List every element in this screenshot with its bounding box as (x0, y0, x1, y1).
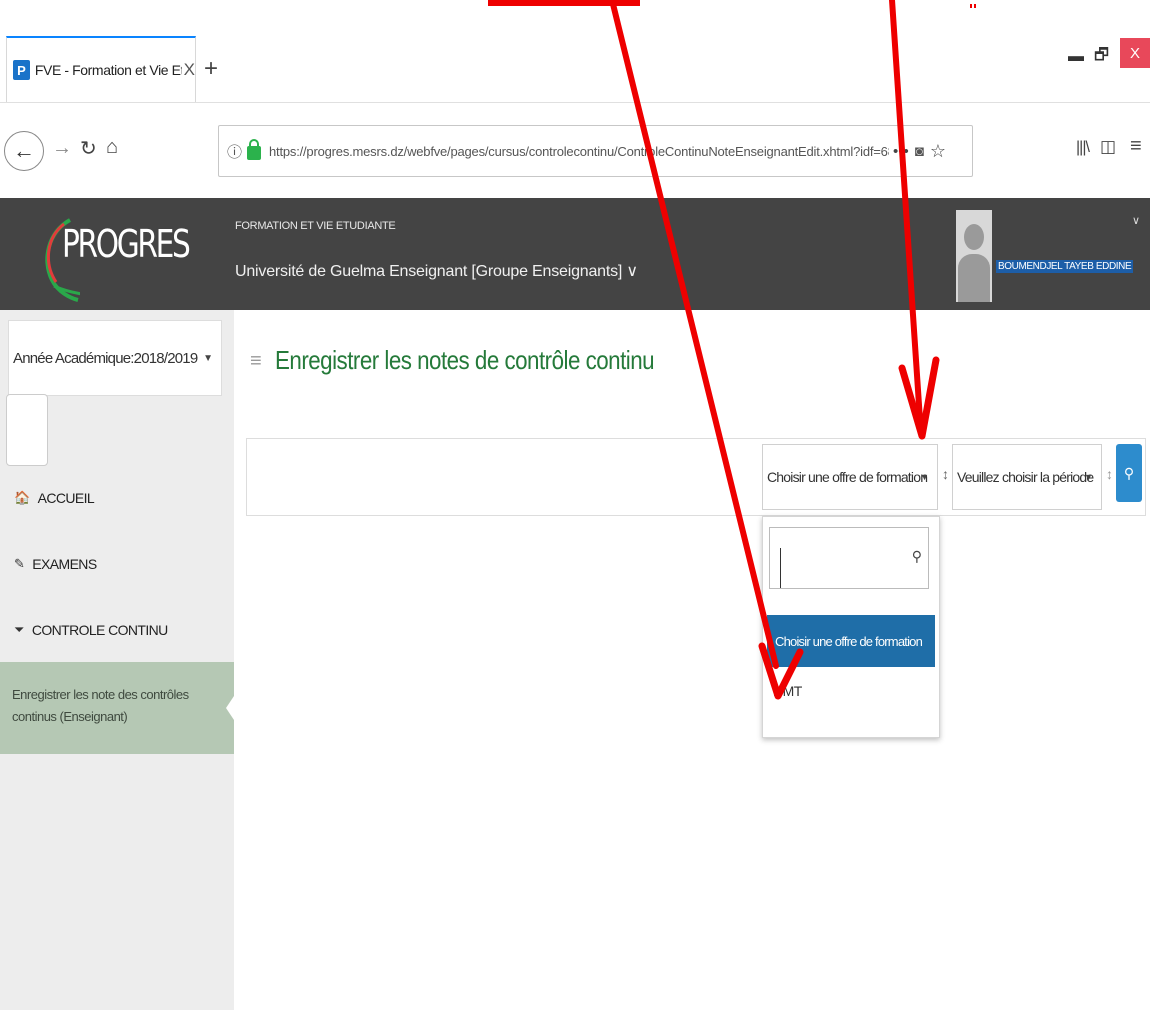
period-select-value: Veuillez choisir la période (957, 469, 1094, 485)
search-button[interactable]: ⚲ (1116, 444, 1142, 502)
sidebar-item-controle-continu[interactable]: ⏷ CONTROLE CONTINU (14, 622, 168, 638)
sidebar-search-box[interactable] (6, 394, 48, 466)
home-icon[interactable]: ⌂ (106, 136, 118, 159)
sidebar-subitem-enregistrer-notes[interactable]: Enregistrer les note des contrôles conti… (0, 662, 234, 754)
menu-toggle-icon[interactable]: ≡ (250, 350, 262, 373)
progres-favicon-icon: P (13, 60, 30, 80)
sidebar-subitem-label: Enregistrer les note des contrôles conti… (12, 687, 189, 724)
maximize-icon[interactable]: 🗗 (1094, 44, 1109, 71)
avatar-head (964, 224, 984, 250)
browser-tab[interactable]: P FVE - Formation et Vie Etudiant X (6, 36, 196, 102)
pocket-icon[interactable]: ◙ (915, 143, 924, 160)
sort-icon: ↕ (1106, 466, 1113, 482)
organization-selector[interactable]: Université de Guelma Enseignant [Groupe … (235, 261, 638, 281)
minimize-icon[interactable]: ▬ (1068, 48, 1084, 66)
arrow-to-select-head (898, 356, 940, 440)
offer-select[interactable]: Choisir une offre de formation ▼ (762, 444, 938, 510)
app-header: PROGRES FORMATION ET VIE ETUDIANTE Unive… (0, 198, 1150, 310)
user-menu-chevron-icon[interactable]: ∨ (1132, 214, 1140, 227)
chevron-down-icon: ▼ (1084, 472, 1093, 482)
browser-navbar: ← → ↻ ⌂ ⓘ https://progres.mesrs.dz/webfv… (0, 102, 1150, 198)
window-close-button[interactable]: X (1120, 38, 1150, 68)
sidebar-item-label: EXAMENS (32, 556, 97, 572)
chevron-down-icon: ▼ (920, 472, 929, 482)
sidebar-item-examens[interactable]: ✎ EXAMENS (14, 556, 97, 572)
dropdown-search-input[interactable]: ⚲ (769, 527, 929, 589)
page-actions-icon[interactable]: ••• (893, 143, 909, 160)
new-tab-button[interactable]: + (204, 55, 218, 83)
lock-icon (247, 139, 262, 160)
academic-year-select[interactable]: Année Académique:2018/2019 ▼ (8, 320, 222, 396)
pencil-icon: ✎ (14, 556, 25, 571)
sort-icon: ↕ (942, 466, 949, 482)
home-icon: 🏠 (14, 490, 30, 505)
sidebar-item-label: ACCUEIL (37, 490, 95, 506)
progres-logo[interactable]: PROGRES (40, 216, 191, 302)
hamburger-menu-icon[interactable]: ≡ (1130, 135, 1142, 158)
sidebar-item-accueil[interactable]: 🏠 ACCUEIL (14, 490, 95, 506)
tab-title: FVE - Formation et Vie Etudiant (34, 62, 182, 78)
offer-select-value: Choisir une offre de formation (767, 469, 928, 485)
forward-arrow-icon[interactable]: → (52, 137, 72, 160)
dropdown-option-dmt[interactable]: DMT (773, 683, 802, 699)
user-name[interactable]: BOUMENDJEL TAYEB EDDINE (996, 260, 1134, 273)
info-icon[interactable]: ⓘ (227, 141, 242, 162)
active-indicator (226, 696, 234, 720)
page-title: Enregistrer les notes de contrôle contin… (275, 345, 655, 375)
url-text[interactable]: https://progres.mesrs.dz/webfve/pages/cu… (269, 144, 889, 159)
bookmark-star-icon[interactable]: ☆ (930, 141, 946, 162)
sidebar-item-label: CONTROLE CONTINU (31, 622, 168, 638)
avatar[interactable] (956, 210, 992, 302)
tab-close-icon[interactable]: X (184, 60, 195, 80)
logo-text: PROGRES (62, 222, 191, 266)
reload-icon[interactable]: ↻ (80, 136, 97, 161)
sidebar: Année Académique:2018/2019 ▼ 🏠 ACCUEIL ✎… (0, 310, 234, 1010)
period-select[interactable]: Veuillez choisir la période ▼ (952, 444, 1102, 510)
sidebar-toggle-icon[interactable]: ◫ (1100, 137, 1116, 157)
content-bottom (234, 1004, 1150, 1010)
avatar-body (958, 254, 990, 302)
library-icon[interactable]: |||\ (1076, 139, 1090, 157)
url-bar[interactable]: ⓘ https://progres.mesrs.dz/webfve/pages/… (218, 125, 973, 177)
search-icon: ⚲ (911, 548, 922, 564)
offer-dropdown: ⚲ Choisir une offre de formation DMT (762, 516, 940, 738)
text-cursor (780, 548, 781, 588)
back-arrow-icon[interactable]: ← (4, 131, 44, 171)
academic-year-value: Année Académique:2018/2019 (13, 349, 198, 367)
filter-icon: ⏷ (14, 622, 24, 637)
header-subtitle: FORMATION ET VIE ETUDIANTE (235, 220, 396, 232)
chevron-down-icon: ▼ (203, 352, 213, 364)
search-icon: ⚲ (1123, 464, 1135, 481)
dropdown-option-placeholder[interactable]: Choisir une offre de formation (767, 615, 935, 667)
browser-titlebar: P FVE - Formation et Vie Etudiant X + ▬ … (0, 0, 1150, 102)
